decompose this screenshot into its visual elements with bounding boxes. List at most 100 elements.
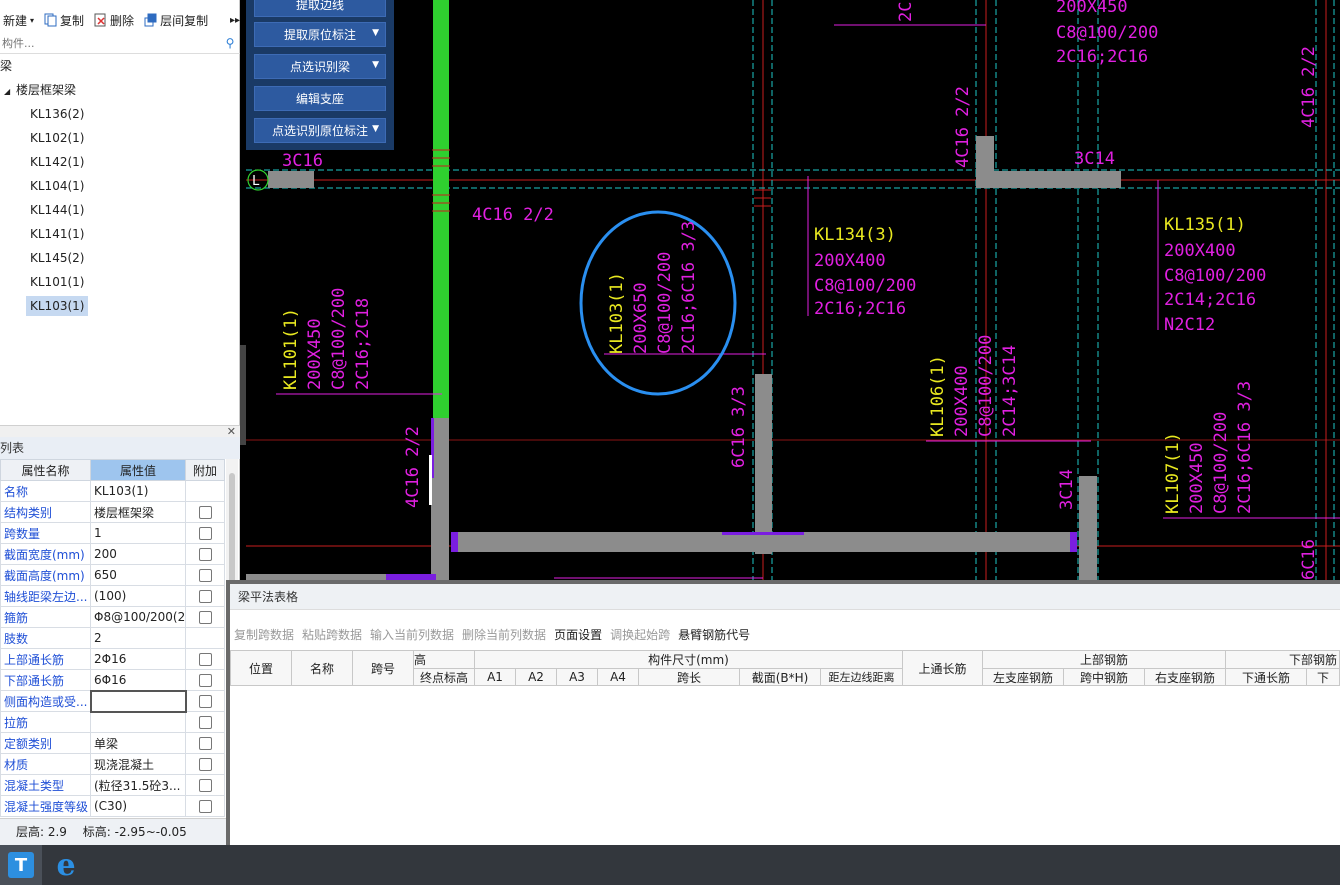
edit-support-button[interactable]: 编辑支座 — [254, 86, 386, 111]
property-value[interactable]: 单梁 — [90, 732, 186, 754]
beam-table-tool-3[interactable]: 删除当前列数据 — [462, 626, 546, 644]
tree-item-kl101[interactable]: KL101(1) — [26, 272, 88, 292]
tree-root[interactable]: 梁 — [0, 56, 16, 76]
extra-checkbox[interactable] — [198, 695, 212, 708]
dropdown-arrow-icon[interactable]: ▼ — [372, 28, 379, 38]
property-value[interactable]: KL103(1) — [90, 480, 186, 502]
extra-checkbox[interactable] — [198, 548, 212, 561]
extra-checkbox[interactable] — [198, 506, 212, 519]
col-end-elev[interactable]: 终点标高 — [413, 668, 475, 686]
property-value[interactable]: 现浇混凝土 — [90, 753, 186, 775]
property-row[interactable]: 拉筋 — [0, 711, 225, 733]
property-row[interactable]: 上部通长筋 2Φ16 — [0, 648, 225, 670]
tree-item-kl102[interactable]: KL102(1) — [26, 128, 88, 148]
col-top-through[interactable]: 上通长筋 — [902, 650, 983, 686]
extra-checkbox[interactable] — [198, 737, 212, 750]
cad-canvas[interactable]: L KL103(1) 200X650 C8@100/200 2C16;6C16 … — [246, 0, 1340, 580]
beam-table-tool-6[interactable]: 悬臂钢筋代号 — [678, 626, 750, 644]
beam-table-tool-1[interactable]: 粘贴跨数据 — [302, 626, 362, 644]
tree-group[interactable]: ◢ 楼层框架梁 — [0, 80, 80, 100]
dropdown-arrow-icon[interactable]: ▼ — [372, 124, 379, 134]
property-value[interactable]: Φ8@100/200(2) — [90, 606, 186, 628]
property-value[interactable]: 200 — [90, 543, 186, 565]
pick-recognize-annotation-button[interactable]: 点选识别原位标注 ▼ — [254, 118, 386, 143]
col-position[interactable]: 位置 — [230, 650, 292, 686]
property-value[interactable] — [90, 711, 186, 733]
extra-checkbox[interactable] — [198, 800, 212, 813]
extra-checkbox[interactable] — [198, 527, 212, 540]
property-value[interactable]: 650 — [90, 564, 186, 586]
col-a2[interactable]: A2 — [515, 668, 557, 686]
property-value[interactable] — [89, 689, 187, 713]
property-row[interactable]: 混凝土强度等级 (C30) — [0, 795, 225, 817]
property-row[interactable]: 下部通长筋 6Φ16 — [0, 669, 225, 691]
col-span[interactable]: 跨号 — [352, 650, 414, 686]
col-bottom-through[interactable]: 下通长筋 — [1225, 668, 1307, 686]
tree-item-kl142[interactable]: KL142(1) — [26, 152, 88, 172]
property-value[interactable]: (100) — [90, 585, 186, 607]
taskbar-app-ie[interactable]: e — [44, 845, 88, 885]
property-row[interactable]: 结构类别 楼层框架梁 — [0, 501, 225, 523]
extra-checkbox[interactable] — [198, 653, 212, 666]
extra-checkbox[interactable] — [198, 569, 212, 582]
toolbar-more-button[interactable]: ▸▸ — [230, 15, 240, 26]
extra-checkbox[interactable] — [198, 611, 212, 624]
extract-edge-button[interactable]: 提取边线 — [254, 0, 386, 17]
property-value[interactable]: (粒径31.5砼3... — [90, 774, 186, 796]
search-input[interactable] — [0, 36, 220, 50]
property-row[interactable]: 轴线距梁左边... (100) — [0, 585, 225, 607]
col-a4[interactable]: A4 — [597, 668, 639, 686]
col-left-support[interactable]: 左支座钢筋 — [982, 668, 1064, 686]
property-row[interactable]: 跨数量 1 — [0, 522, 225, 544]
tree-item-kl136[interactable]: KL136(2) — [26, 104, 88, 124]
col-section[interactable]: 截面(B*H) — [739, 668, 821, 686]
beam-table-tool-2[interactable]: 输入当前列数据 — [370, 626, 454, 644]
beam-table-tool-5[interactable]: 调换起始跨 — [610, 626, 670, 644]
extract-annotation-button[interactable]: 提取原位标注 ▼ — [254, 22, 386, 47]
extra-checkbox[interactable] — [198, 758, 212, 771]
search-icon[interactable]: ⚲ — [220, 36, 240, 50]
col-name[interactable]: 名称 — [291, 650, 353, 686]
col-axis-distance[interactable]: 距左边线距离 — [820, 668, 903, 686]
col-height-partial[interactable]: 高 — [413, 650, 475, 669]
dropdown-arrow-icon[interactable]: ▼ — [372, 60, 379, 70]
taskbar-app-glodon[interactable]: T — [0, 845, 42, 885]
property-row[interactable]: 侧面构造或受... — [0, 689, 225, 713]
panel-splitter[interactable]: ✕ — [0, 425, 240, 438]
property-row[interactable]: 箍筋 Φ8@100/200(2) — [0, 606, 225, 628]
property-row[interactable]: 截面高度(mm) 650 — [0, 564, 225, 586]
property-row[interactable]: 截面宽度(mm) 200 — [0, 543, 225, 565]
beam-table-tool-4[interactable]: 页面设置 — [554, 626, 602, 644]
property-value[interactable]: 1 — [90, 522, 186, 544]
tree-item-kl104[interactable]: KL104(1) — [26, 176, 88, 196]
col-a1[interactable]: A1 — [474, 668, 516, 686]
beam-table-tool-0[interactable]: 复制跨数据 — [234, 626, 294, 644]
property-row[interactable]: 材质 现浇混凝土 — [0, 753, 225, 775]
property-row[interactable]: 定额类别 单梁 — [0, 732, 225, 754]
floor-copy-button[interactable]: 层间复制 — [141, 12, 211, 29]
tree-item-kl145[interactable]: KL145(2) — [26, 248, 88, 268]
property-row[interactable]: 名称 KL103(1) — [0, 480, 225, 502]
delete-button[interactable]: 删除 — [91, 12, 137, 29]
col-a3[interactable]: A3 — [556, 668, 598, 686]
tree-item-kl141[interactable]: KL141(1) — [26, 224, 88, 244]
property-value[interactable]: 2 — [90, 627, 186, 649]
property-value[interactable]: 楼层框架梁 — [90, 501, 186, 523]
property-value[interactable]: 6Φ16 — [90, 669, 186, 691]
property-row[interactable]: 肢数 2 — [0, 627, 225, 649]
extra-checkbox[interactable] — [198, 779, 212, 792]
property-value[interactable]: 2Φ16 — [90, 648, 186, 670]
pick-recognize-beam-button[interactable]: 点选识别梁 ▼ — [254, 54, 386, 79]
tree-item-kl144[interactable]: KL144(1) — [26, 200, 88, 220]
extra-checkbox[interactable] — [198, 716, 212, 729]
extra-checkbox[interactable] — [198, 674, 212, 687]
col-span-length[interactable]: 跨长 — [638, 668, 740, 686]
collapse-icon[interactable]: ◢ — [4, 87, 10, 96]
col-right-support[interactable]: 右支座钢筋 — [1144, 668, 1226, 686]
col-mid-span[interactable]: 跨中钢筋 — [1063, 668, 1145, 686]
tree-item-kl103[interactable]: KL103(1) — [26, 296, 89, 316]
copy-button[interactable]: 复制 — [41, 12, 87, 29]
new-button[interactable]: 新建 ▾ — [0, 12, 37, 29]
col-bottom-next[interactable]: 下 — [1306, 668, 1340, 686]
property-row[interactable]: 混凝土类型 (粒径31.5砼3... — [0, 774, 225, 796]
